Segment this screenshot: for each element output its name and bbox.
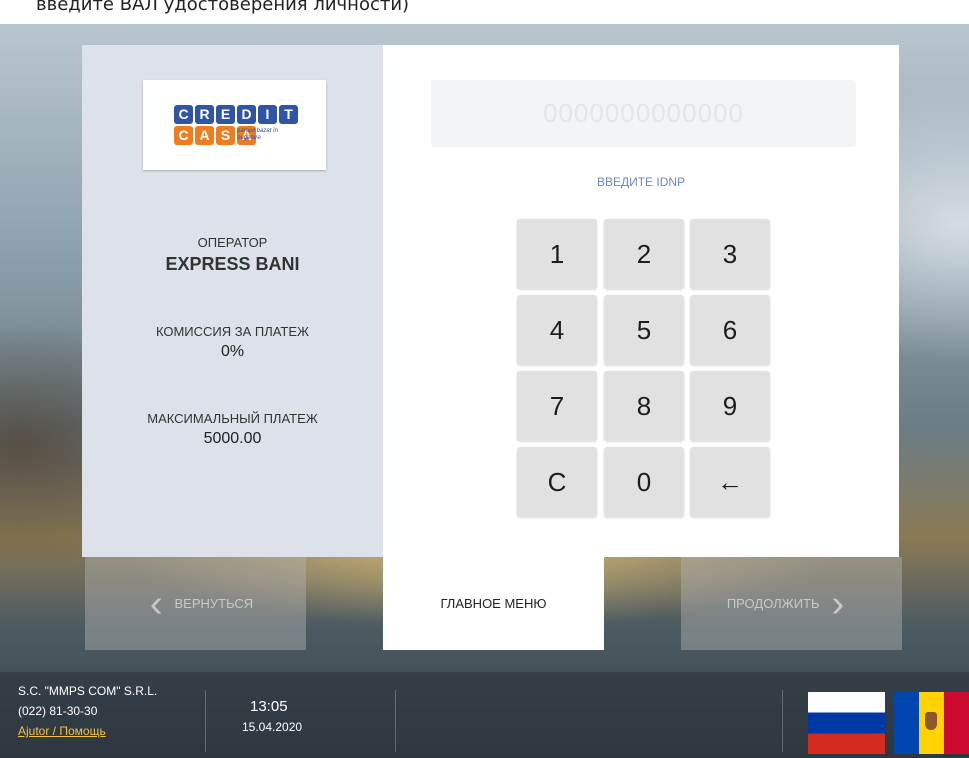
russian-flag-icon[interactable] bbox=[808, 692, 885, 754]
key-0[interactable]: 0 bbox=[604, 447, 684, 517]
logo-letter: C bbox=[174, 105, 193, 124]
footer-divider bbox=[782, 690, 783, 752]
logo-letter: I bbox=[258, 105, 277, 124]
key-6[interactable]: 6 bbox=[690, 295, 770, 365]
clock-time: 13:05 bbox=[250, 698, 288, 715]
key-8[interactable]: 8 bbox=[604, 371, 684, 441]
key-7[interactable]: 7 bbox=[517, 371, 597, 441]
logo-letter: A bbox=[195, 126, 214, 145]
chevron-left-icon: ‹ bbox=[149, 582, 163, 625]
logo-letter: D bbox=[237, 105, 256, 124]
logo-letter: T bbox=[279, 105, 298, 124]
commission-label: КОМИССИЯ ЗА ПЛАТЕЖ bbox=[155, 324, 310, 339]
continue-button[interactable]: ПРОДОЛЖИТЬ › bbox=[681, 557, 902, 650]
top-caption: введите ВАЛ удостоверения личности) bbox=[0, 0, 969, 24]
continue-label: ПРОДОЛЖИТЬ bbox=[726, 596, 820, 611]
background-scene: C R E D I T C A S A parajul bazat în bug… bbox=[0, 24, 969, 758]
key-9[interactable]: 9 bbox=[690, 371, 770, 441]
key-clear[interactable]: C bbox=[517, 447, 597, 517]
operator-label: ОПЕРАТОР bbox=[197, 235, 268, 250]
main-menu-label: ГЛАВНОЕ МЕНЮ bbox=[440, 596, 547, 611]
back-button[interactable]: ‹ ВЕРНУТЬСЯ bbox=[85, 557, 306, 650]
moldovan-flag-icon[interactable] bbox=[894, 692, 969, 754]
logo-row-credit: C R E D I T bbox=[174, 105, 298, 124]
footer-bar: S.C. "MMPS COM" S.R.L. (022) 81-30-30 Aj… bbox=[0, 672, 969, 758]
idnp-hint: ВВЕДИТЕ IDNP bbox=[596, 175, 686, 189]
logo-letter: S bbox=[216, 126, 235, 145]
key-backspace-icon[interactable]: ← bbox=[690, 447, 770, 517]
key-2[interactable]: 2 bbox=[604, 219, 684, 289]
commission-value: 0% bbox=[220, 343, 245, 360]
numeric-keypad: 1 2 3 4 5 6 7 8 9 C 0 ← bbox=[517, 219, 770, 517]
logo-tagline: parajul bazat în bugetare bbox=[237, 128, 279, 141]
key-1[interactable]: 1 bbox=[517, 219, 597, 289]
footer-contact: S.C. "MMPS COM" S.R.L. (022) 81-30-30 Aj… bbox=[18, 681, 157, 741]
company-name: S.C. "MMPS COM" S.R.L. bbox=[18, 684, 158, 698]
key-3[interactable]: 3 bbox=[690, 219, 770, 289]
service-info-panel: C R E D I T C A S A parajul bazat în bug… bbox=[82, 45, 383, 557]
operator-value: EXPRESS BANI bbox=[165, 254, 300, 274]
moldova-emblem-icon bbox=[925, 712, 937, 730]
key-4[interactable]: 4 bbox=[517, 295, 597, 365]
idnp-entry-panel: ВВЕДИТЕ IDNP 1 2 3 4 5 6 7 8 9 C 0 ← bbox=[383, 45, 899, 557]
creditcasa-logo: C R E D I T C A S A parajul bazat în bug… bbox=[143, 80, 326, 170]
chevron-right-icon: › bbox=[831, 582, 845, 625]
phone-number: (022) 81-30-30 bbox=[18, 704, 98, 718]
footer-divider bbox=[395, 690, 396, 752]
back-label: ВЕРНУТЬСЯ bbox=[174, 596, 254, 611]
clock-date: 15.04.2020 bbox=[242, 720, 303, 734]
logo-letter: R bbox=[195, 105, 214, 124]
logo-letter: C bbox=[174, 126, 193, 145]
key-5[interactable]: 5 bbox=[604, 295, 684, 365]
max-payment-label: МАКСИМАЛЬНЫЙ ПЛАТЕЖ bbox=[147, 411, 318, 426]
max-payment-value: 5000.00 bbox=[203, 430, 262, 447]
idnp-input[interactable] bbox=[431, 80, 856, 147]
help-link[interactable]: Ajutor / Помощь bbox=[18, 721, 157, 741]
logo-letter: E bbox=[216, 105, 235, 124]
footer-divider bbox=[205, 690, 206, 752]
main-menu-button[interactable]: ГЛАВНОЕ МЕНЮ bbox=[383, 557, 604, 650]
